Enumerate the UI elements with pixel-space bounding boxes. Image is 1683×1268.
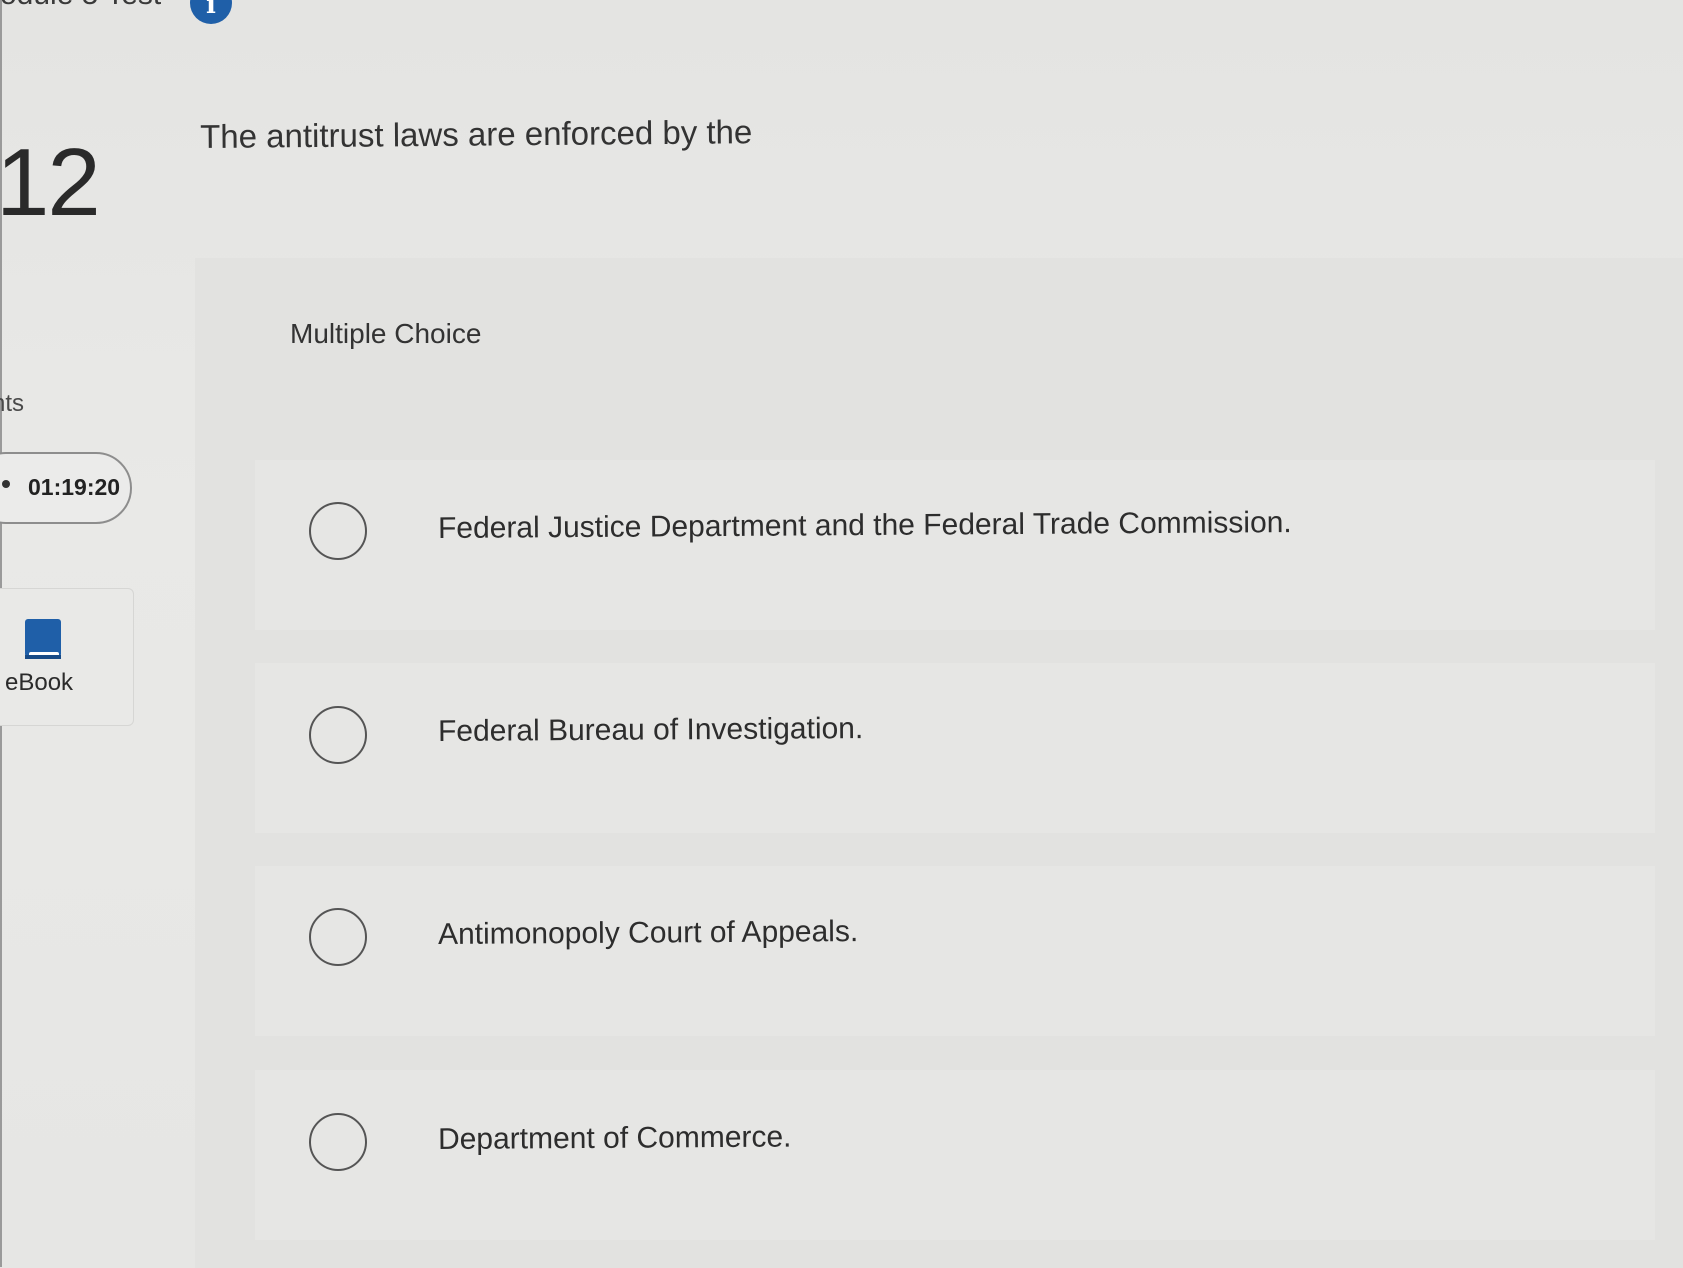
- option-label[interactable]: Federal Bureau of Investigation.: [438, 712, 863, 749]
- answer-option[interactable]: Antimonopoly Court of Appeals.: [255, 866, 1655, 1036]
- option-label[interactable]: Federal Justice Department and the Feder…: [438, 506, 1292, 546]
- timer[interactable]: 01:19:20: [0, 452, 132, 524]
- option-label[interactable]: Antimonopoly Court of Appeals.: [438, 915, 858, 952]
- radio-button[interactable]: [309, 1113, 367, 1171]
- radio-button[interactable]: [309, 908, 367, 966]
- radio-button[interactable]: [309, 502, 367, 560]
- question-prompt: The antitrust laws are enforced by the: [200, 113, 753, 155]
- book-icon: [25, 619, 61, 659]
- answer-option[interactable]: Department of Commerce.: [255, 1070, 1655, 1240]
- ebook-label: eBook: [5, 669, 74, 696]
- answer-option[interactable]: Federal Bureau of Investigation.: [255, 663, 1655, 833]
- timer-dot-icon: [2, 480, 10, 488]
- page: odule 5 Test i 12 nts 01:19:20 eBook The…: [0, 0, 1683, 1268]
- radio-button[interactable]: [309, 706, 367, 764]
- ebook-button[interactable]: eBook: [0, 588, 134, 726]
- info-icon[interactable]: i: [190, 0, 232, 24]
- answer-option[interactable]: Federal Justice Department and the Feder…: [255, 460, 1655, 630]
- question-number: 12: [0, 129, 101, 236]
- timer-value: 01:19:20: [28, 474, 121, 500]
- points-label: nts: [0, 390, 25, 417]
- assignment-title: odule 5 Test: [0, 0, 161, 12]
- question-type-label: Multiple Choice: [290, 318, 482, 349]
- option-label[interactable]: Department of Commerce.: [438, 1121, 792, 1157]
